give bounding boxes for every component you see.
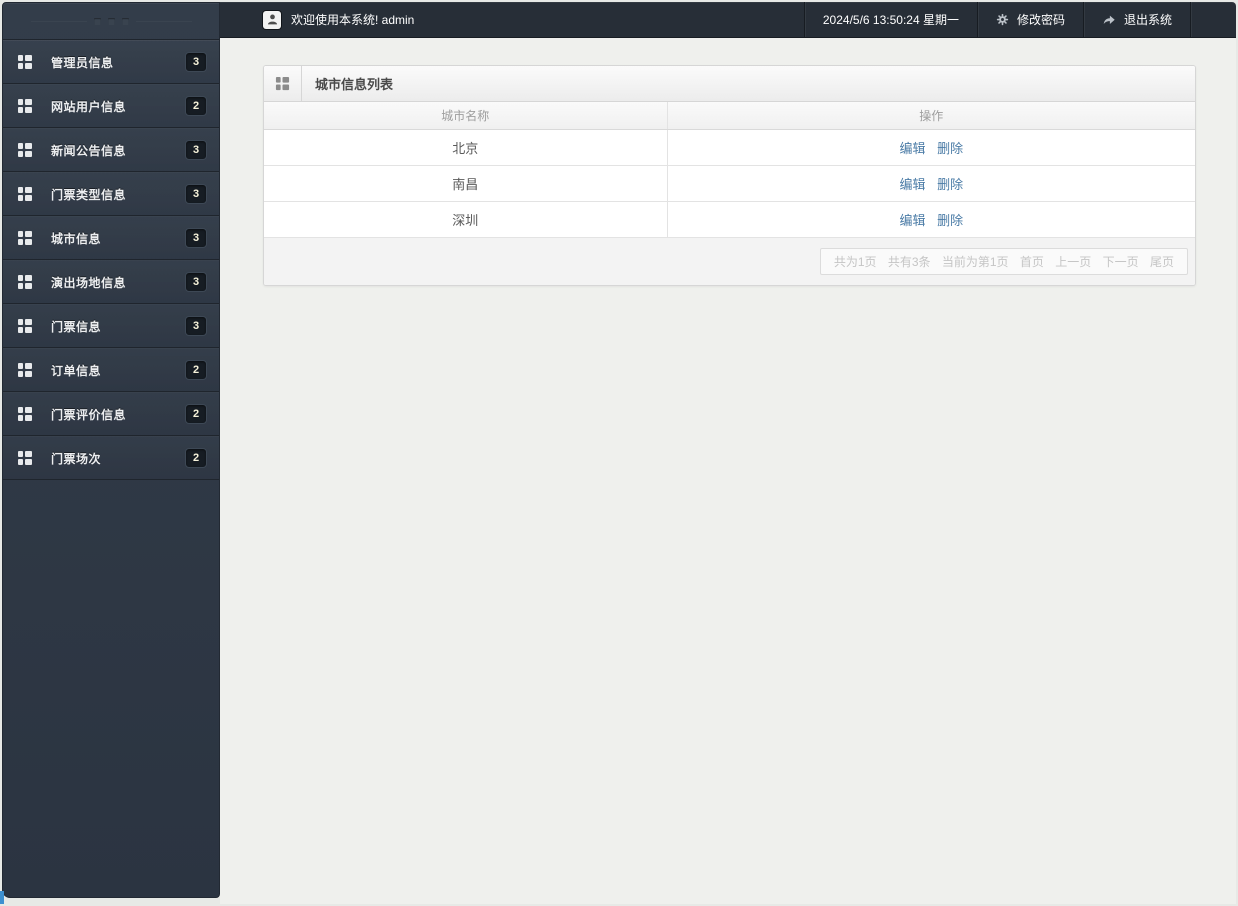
sidebar-item-label: 新闻公告信息	[51, 143, 127, 158]
delete-link[interactable]: 删除	[937, 141, 963, 156]
grip-line	[135, 20, 192, 22]
delete-link[interactable]: 删除	[937, 213, 963, 228]
change-password-button[interactable]: 修改密码	[976, 2, 1083, 37]
city-cell: 北京	[264, 129, 668, 166]
edit-link[interactable]: 编辑	[899, 213, 925, 228]
sidebar-item-city-info[interactable]: 城市信息 3	[3, 216, 219, 260]
city-cell: 南昌	[264, 165, 668, 202]
logout-button[interactable]: 退出系统	[1082, 2, 1190, 37]
grip-line	[30, 20, 87, 22]
pagination-current-info: 当前为第1页	[941, 254, 1009, 269]
count-badge: 2	[185, 448, 207, 468]
actions-cell: 编辑 删除	[667, 165, 1195, 202]
column-header-actions: 操作	[667, 102, 1195, 130]
sidebar-item-venue-info[interactable]: 演出场地信息 3	[3, 260, 219, 304]
grid-icon	[17, 186, 33, 202]
sidebar-item-news-info[interactable]: 新闻公告信息 3	[3, 128, 219, 172]
table-row: 南昌 编辑 删除	[264, 165, 1195, 202]
sidebar-item-ticket-info[interactable]: 门票信息 3	[3, 304, 219, 348]
sidebar-item-site-user-info[interactable]: 网站用户信息 2	[3, 84, 219, 128]
grid-icon	[17, 230, 33, 246]
welcome-area: 欢迎使用本系统! admin	[220, 10, 804, 29]
pagination-count-info: 共有3条	[887, 254, 931, 269]
sidebar-item-ticket-session[interactable]: 门票场次 2	[3, 436, 219, 480]
top-header-bar: 欢迎使用本系统! admin 2024/5/6 13:50:24 星期一 修改密…	[220, 2, 1236, 38]
city-list-panel: 城市信息列表 城市名称 操作 北京 编辑 删除 南昌 编辑 删除 深圳 编辑 删…	[263, 65, 1196, 286]
pagination-next-link[interactable]: 下一页	[1103, 255, 1139, 269]
count-badge: 2	[185, 360, 207, 380]
app-window: 管理员信息 3 网站用户信息 2 新闻公告信息 3 门票类型信息 3 城市信息 …	[0, 0, 1238, 906]
city-table: 城市名称 操作 北京 编辑 删除 南昌 编辑 删除 深圳 编辑 删除	[264, 102, 1195, 238]
sidebar: 管理员信息 3 网站用户信息 2 新闻公告信息 3 门票类型信息 3 城市信息 …	[2, 2, 220, 898]
sidebar-item-label: 网站用户信息	[51, 99, 127, 114]
count-badge: 3	[185, 140, 207, 160]
logout-label: 退出系统	[1123, 13, 1172, 27]
table-row: 深圳 编辑 删除	[264, 201, 1195, 238]
grid-icon	[17, 406, 33, 422]
grid-icon	[17, 362, 33, 378]
sidebar-item-label: 门票评价信息	[51, 407, 127, 422]
grid-icon	[17, 98, 33, 114]
sidebar-item-label: 城市信息	[51, 231, 102, 246]
datetime-display: 2024/5/6 13:50:24 星期一	[803, 2, 977, 37]
city-cell: 深圳	[264, 201, 668, 238]
table-header-row: 城市名称 操作	[264, 102, 1195, 130]
count-badge: 3	[185, 316, 207, 336]
count-badge: 2	[185, 404, 207, 424]
grid-icon	[264, 66, 302, 101]
count-badge: 3	[185, 52, 207, 72]
grid-icon	[17, 274, 33, 290]
logout-arrow-icon	[1102, 13, 1116, 27]
header-tail-spacer	[1190, 2, 1236, 37]
edit-link[interactable]: 编辑	[899, 177, 925, 192]
panel-header: 城市信息列表	[264, 66, 1195, 102]
datetime-text: 2024/5/6 13:50:24 星期一	[822, 13, 959, 27]
sidebar-grip	[3, 3, 219, 40]
main-content: 城市信息列表 城市名称 操作 北京 编辑 删除 南昌 编辑 删除 深圳 编辑 删…	[220, 38, 1236, 904]
change-password-label: 修改密码	[1016, 13, 1065, 27]
grid-icon	[17, 142, 33, 158]
pagination-last-link[interactable]: 尾页	[1150, 255, 1174, 269]
actions-cell: 编辑 删除	[667, 201, 1195, 238]
gear-icon	[996, 13, 1009, 26]
panel-footer: 共为1页 共有3条 当前为第1页 首页 上一页 下一页 尾页	[264, 237, 1195, 285]
sidebar-item-label: 管理员信息	[51, 55, 114, 70]
table-row: 北京 编辑 删除	[264, 129, 1195, 166]
sidebar-item-ticket-review-info[interactable]: 门票评价信息 2	[3, 392, 219, 436]
grip-dot	[121, 17, 129, 25]
pagination-pages-info: 共为1页	[833, 254, 877, 269]
sidebar-item-order-info[interactable]: 订单信息 2	[3, 348, 219, 392]
count-badge: 2	[185, 96, 207, 116]
delete-link[interactable]: 删除	[937, 177, 963, 192]
grid-icon	[17, 318, 33, 334]
edit-link[interactable]: 编辑	[899, 141, 925, 156]
welcome-text: 欢迎使用本系统! admin	[291, 13, 415, 27]
panel-title: 城市信息列表	[315, 77, 394, 92]
sidebar-item-label: 订单信息	[51, 363, 102, 378]
count-badge: 3	[185, 228, 207, 248]
sidebar-item-admin-info[interactable]: 管理员信息 3	[3, 40, 219, 84]
user-avatar-icon	[263, 10, 281, 29]
column-header-city: 城市名称	[264, 102, 668, 130]
bottom-left-accent	[0, 891, 4, 904]
pagination-prev-link[interactable]: 上一页	[1055, 255, 1091, 269]
pagination-bar: 共为1页 共有3条 当前为第1页 首页 上一页 下一页 尾页	[819, 247, 1188, 275]
grip-dot	[107, 17, 115, 25]
grid-icon	[17, 54, 33, 70]
pagination-first-link[interactable]: 首页	[1020, 255, 1044, 269]
sidebar-item-ticket-type-info[interactable]: 门票类型信息 3	[3, 172, 219, 216]
count-badge: 3	[185, 184, 207, 204]
sidebar-item-label: 演出场地信息	[51, 275, 127, 290]
grid-icon	[17, 450, 33, 466]
sidebar-item-label: 门票信息	[51, 319, 102, 334]
actions-cell: 编辑 删除	[667, 129, 1195, 166]
sidebar-item-label: 门票场次	[51, 451, 102, 466]
grip-dot	[93, 17, 101, 25]
count-badge: 3	[185, 272, 207, 292]
sidebar-item-label: 门票类型信息	[51, 187, 127, 202]
